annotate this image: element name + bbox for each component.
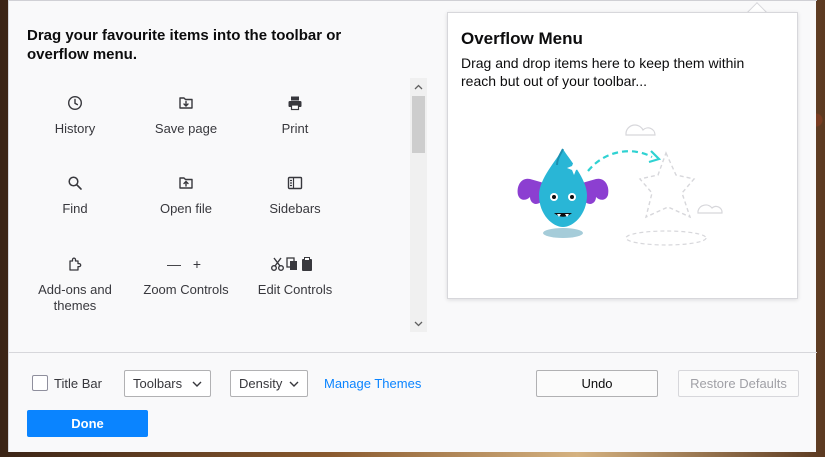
scroll-up-arrow-icon[interactable] [410, 78, 427, 95]
customize-heading: Drag your favourite items into the toolb… [27, 27, 342, 63]
palette-item-print[interactable]: Print [239, 80, 351, 155]
customization-palette: History Save page Print Find Open file S… [19, 80, 429, 332]
paste-icon [302, 257, 312, 271]
sidebar-icon [239, 174, 351, 192]
dragon-illustration [517, 124, 723, 246]
title-bar-checkbox[interactable] [32, 375, 48, 391]
panel-top-border [9, 0, 817, 1]
palette-item-open-file[interactable]: Open file [130, 160, 242, 235]
printer-icon [239, 94, 351, 112]
overflow-menu-panel[interactable]: Overflow Menu Drag and drop items here t… [447, 12, 798, 299]
copy-icon [286, 257, 297, 270]
overflow-menu-title: Overflow Menu [461, 29, 583, 48]
palette-item-label: Zoom Controls [143, 282, 229, 297]
density-dropdown[interactable]: Density [230, 370, 308, 397]
palette-scrollbar[interactable] [410, 78, 427, 332]
restore-defaults-button[interactable]: Restore Defaults [678, 370, 799, 397]
manage-themes-link[interactable]: Manage Themes [324, 376, 421, 391]
palette-item-save-page[interactable]: Save page [130, 80, 242, 155]
scroll-down-arrow-icon[interactable] [410, 315, 427, 332]
title-bar-label: Title Bar [54, 376, 102, 391]
palette-item-label: Find [62, 201, 88, 216]
search-icon [19, 174, 131, 192]
clock-icon [19, 94, 131, 112]
palette-item-add-ons[interactable]: Add-ons and themes [19, 241, 131, 316]
palette-item-label: Sidebars [269, 201, 321, 216]
footer-divider [9, 352, 817, 353]
palette-item-label: History [54, 121, 96, 136]
palette-item-sidebars[interactable]: Sidebars [239, 160, 351, 235]
chevron-down-icon [289, 381, 299, 387]
scrollbar-thumb[interactable] [412, 96, 425, 153]
toolbars-dropdown-label: Toolbars [133, 376, 183, 391]
palette-item-label: Open file [159, 201, 213, 216]
puzzle-icon [19, 255, 131, 273]
scissors-icon [270, 257, 284, 271]
palette-item-find[interactable]: Find [19, 160, 131, 235]
palette-item-label: Add-ons and themes [38, 282, 112, 313]
save-page-icon [130, 94, 242, 112]
toolbars-dropdown[interactable]: Toolbars [124, 370, 211, 397]
chevron-down-icon [192, 381, 202, 387]
palette-item-history[interactable]: History [19, 80, 131, 155]
palette-item-zoom-controls[interactable]: — + Zoom Controls [130, 241, 242, 316]
density-dropdown-label: Density [239, 376, 283, 391]
edit-controls-icon [239, 255, 351, 273]
undo-button[interactable]: Undo [536, 370, 658, 397]
palette-item-label: Edit Controls [257, 282, 333, 297]
done-button[interactable]: Done [27, 410, 148, 437]
zoom-controls-icon: — + [166, 256, 206, 272]
palette-item-edit-controls[interactable]: Edit Controls [239, 241, 351, 316]
customize-panel: Drag your favourite items into the toolb… [8, 0, 817, 452]
overflow-menu-description: Drag and drop items here to keep them wi… [461, 55, 745, 89]
palette-item-label: Save page [154, 121, 218, 136]
palette-item-label: Print [281, 121, 309, 136]
open-file-icon [130, 174, 242, 192]
